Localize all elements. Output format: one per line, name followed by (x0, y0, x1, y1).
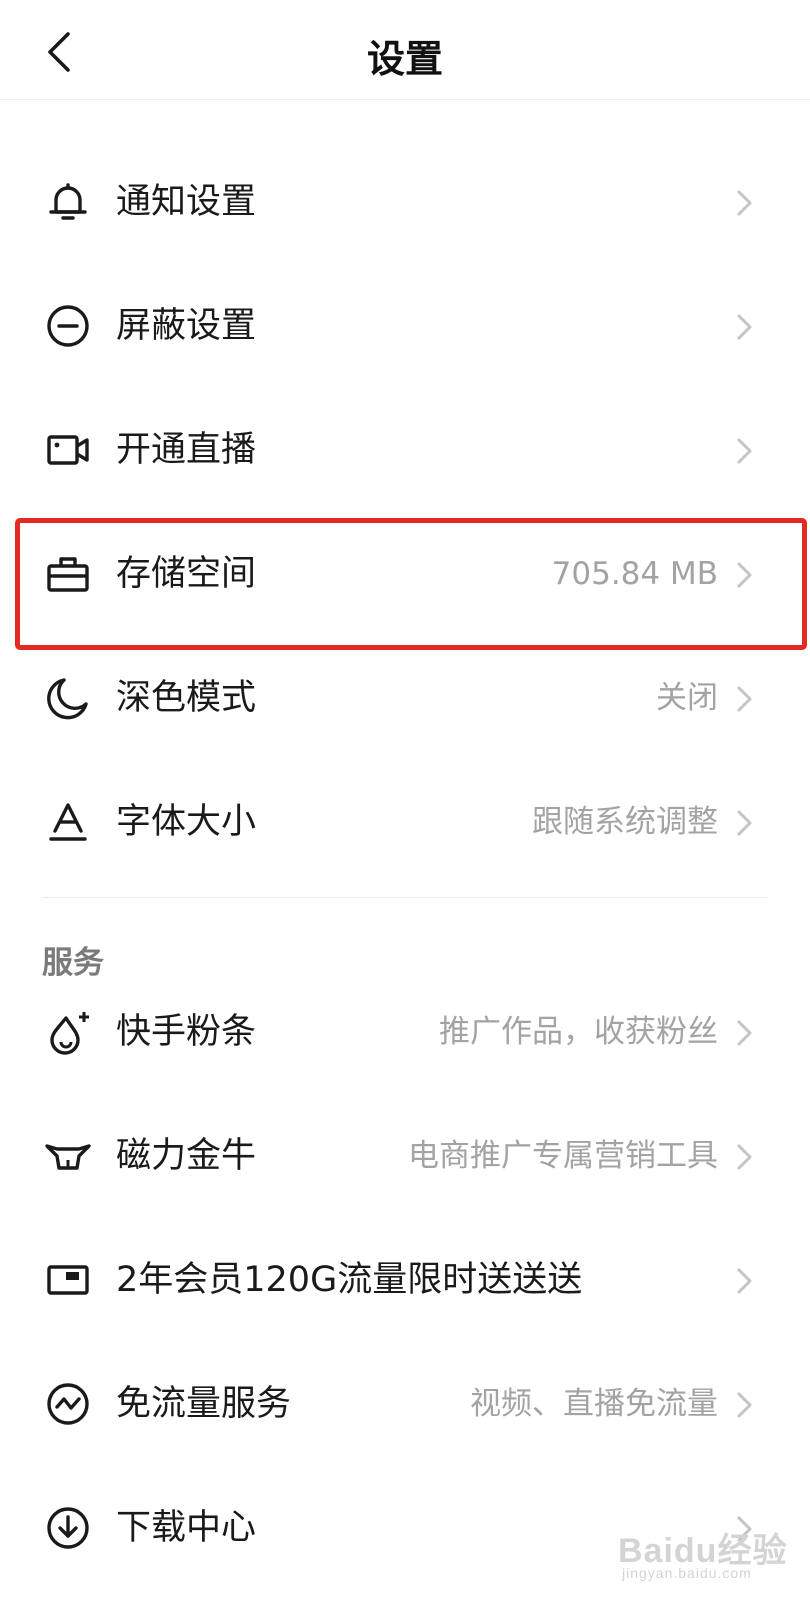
settings-item-label: 通知设置 (116, 182, 257, 222)
settings-item-label: 屏蔽设置 (116, 306, 257, 346)
service-item-data-free[interactable]: 免流量服务 视频、直播免流量 (0, 1342, 810, 1466)
chevron-right-icon (737, 1268, 752, 1294)
chevron-right-icon (737, 438, 752, 464)
header-bar: 设置 (0, 0, 810, 100)
settings-item-font-size[interactable]: 字体大小 跟随系统调整 (0, 760, 810, 884)
chevron-right-icon (737, 1392, 752, 1418)
chevron-right-icon (737, 562, 752, 588)
section-divider (42, 897, 768, 898)
settings-item-live[interactable]: 开通直播 (0, 388, 810, 512)
service-item-value: 视频、直播免流量 (470, 1386, 718, 1422)
flame-plus-icon (50, 1012, 89, 1055)
toolbox-icon (47, 557, 89, 592)
settings-item-label: 存储空间 (116, 554, 257, 594)
data-free-icon (47, 1383, 89, 1425)
settings-item-dark-mode[interactable]: 深色模式 关闭 (0, 636, 810, 760)
service-item-label: 下载中心 (116, 1508, 257, 1548)
chevron-right-icon (737, 314, 752, 340)
settings-item-value: 跟随系统调整 (532, 804, 718, 840)
chevron-right-icon (737, 190, 752, 216)
settings-item-label: 开通直播 (116, 430, 257, 470)
service-item-value: 电商推广专属营销工具 (408, 1138, 718, 1174)
service-item-label: 快手粉条 (116, 1012, 257, 1052)
video-camera-icon (47, 435, 89, 465)
settings-item-value: 关闭 (656, 680, 718, 716)
download-icon (47, 1507, 89, 1549)
settings-item-label: 字体大小 (116, 802, 257, 842)
service-item-fans-boost[interactable]: 快手粉条 推广作品，收获粉丝 (0, 970, 810, 1094)
settings-item-storage[interactable]: 存储空间 705.84 MB (0, 512, 810, 636)
chevron-right-icon (737, 1516, 752, 1542)
chevron-right-icon (737, 1020, 752, 1046)
settings-item-block[interactable]: 屏蔽设置 (0, 264, 810, 388)
bull-icon (45, 1144, 91, 1170)
service-item-download-center[interactable]: 下载中心 (0, 1466, 810, 1590)
page-title: 设置 (366, 37, 443, 81)
card-icon (47, 1265, 89, 1295)
moon-icon (47, 678, 88, 720)
service-item-label: 2年会员120G流量限时送送送 (116, 1260, 583, 1300)
service-item-magnetic-bull[interactable]: 磁力金牛 电商推广专属营销工具 (0, 1094, 810, 1218)
settings-item-value: 705.84 MB (551, 556, 718, 592)
service-item-value: 推广作品，收获粉丝 (439, 1014, 718, 1050)
font-size-icon (49, 803, 87, 841)
service-item-membership-data[interactable]: 2年会员120G流量限时送送送 (0, 1218, 810, 1342)
settings-item-notifications[interactable]: 通知设置 (0, 140, 810, 264)
service-item-label: 免流量服务 (116, 1384, 292, 1424)
minus-circle-icon (47, 305, 89, 347)
bell-icon (49, 183, 87, 220)
chevron-right-icon (737, 810, 752, 836)
chevron-right-icon (737, 1144, 752, 1170)
settings-item-label: 深色模式 (116, 678, 257, 718)
service-item-label: 磁力金牛 (116, 1136, 257, 1176)
chevron-right-icon (737, 686, 752, 712)
